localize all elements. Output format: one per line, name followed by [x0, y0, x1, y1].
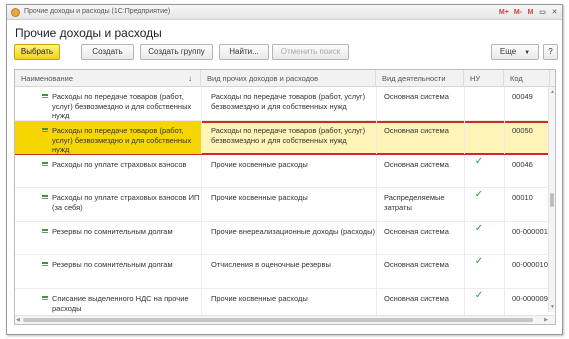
column-header-activity[interactable]: Вид деятельности	[376, 70, 464, 87]
cell-code: 00050	[512, 126, 533, 135]
memory-minus-button[interactable]: M-	[512, 7, 524, 18]
cell-kind: Прочие косвенные расходы	[211, 160, 308, 169]
checkmark-icon: ✓	[474, 223, 484, 234]
column-header-name-label: Наименование	[21, 74, 73, 83]
cell-name: Резервы по сомнительным долгам	[52, 227, 173, 236]
table-row[interactable]: Резервы по сомнительным долгам Отчислени…	[15, 255, 550, 289]
create-button[interactable]: Создать	[81, 44, 134, 60]
vertical-scroll-thumb[interactable]	[550, 193, 554, 207]
cell-kind: Расходы по передаче товаров (работ, услу…	[211, 126, 366, 145]
app-logo-icon	[11, 8, 20, 17]
table-row[interactable]: Резервы по сомнительным долгам Прочие вн…	[15, 222, 550, 255]
checkmark-icon: ✓	[474, 290, 484, 301]
column-header-kind[interactable]: Вид прочих доходов и расходов	[201, 70, 376, 87]
scroll-left-icon[interactable]: ◀	[16, 317, 20, 323]
cell-name: Расходы по уплате страховых взносов	[52, 160, 187, 169]
more-button-label: Еще	[499, 47, 517, 56]
cell-code: 00-000010	[512, 260, 548, 269]
horizontal-scrollbar[interactable]: ◀ ▶	[15, 315, 555, 324]
cell-name: Расходы по уплате страховых взносов ИП (…	[52, 193, 200, 212]
caret-down-icon: ▼	[524, 50, 531, 56]
column-header-code[interactable]: Код	[504, 70, 550, 87]
cell-kind: Расходы по передаче товаров (работ, услу…	[211, 92, 366, 111]
scroll-up-icon[interactable]: ▲	[550, 89, 555, 95]
help-button[interactable]: ?	[543, 44, 558, 60]
item-icon	[42, 94, 49, 98]
cell-activity: Основная система	[384, 294, 449, 303]
scroll-right-icon[interactable]: ▶	[544, 317, 548, 323]
cell-name: Резервы по сомнительным долгам	[52, 260, 173, 269]
vertical-scrollbar[interactable]: ▲ ▼	[548, 87, 555, 312]
table-row-selected[interactable]: Расходы по передаче товаров (работ, услу…	[15, 121, 550, 155]
cell-name: Расходы по передаче товаров (работ, услу…	[15, 121, 201, 154]
cell-activity: Основная система	[384, 92, 449, 101]
item-icon	[42, 262, 49, 266]
item-icon	[42, 296, 49, 300]
cell-kind: Прочие внереализационные доходы (расходы…	[211, 227, 376, 236]
app-window: Прочие доходы и расходы (1С:Предприятие)…	[6, 4, 563, 335]
restore-icon[interactable]: ▭	[537, 7, 548, 18]
checkmark-icon: ✓	[474, 256, 484, 267]
column-header-nu[interactable]: НУ	[464, 70, 504, 87]
memory-plus-button[interactable]: M+	[497, 7, 511, 18]
table-row[interactable]: Расходы по уплате страховых взносов Проч…	[15, 155, 550, 188]
cell-activity: Основная система	[384, 126, 449, 135]
page-title: Прочие доходы и расходы	[15, 26, 162, 40]
window-controls: M+ M- M ▭ ✕	[497, 6, 560, 19]
data-table: Наименование ↓ Вид прочих доходов и расх…	[14, 69, 556, 325]
sort-down-icon: ↓	[188, 74, 192, 83]
cell-name: Расходы по передаче товаров (работ, услу…	[52, 92, 192, 120]
cell-code: 00049	[512, 92, 533, 101]
more-button[interactable]: Еще ▼	[491, 44, 539, 60]
cell-activity: Основная система	[384, 160, 449, 169]
column-header-name[interactable]: Наименование ↓	[15, 70, 201, 87]
table-header: Наименование ↓ Вид прочих доходов и расх…	[15, 70, 555, 87]
item-icon	[42, 229, 49, 233]
cell-activity: Распределяемые затраты	[384, 193, 445, 212]
table-row[interactable]: Расходы по передаче товаров (работ, услу…	[15, 87, 550, 121]
cell-activity: Основная система	[384, 260, 449, 269]
toolbar: Выбрать Создать Создать группу Найти... …	[14, 44, 558, 61]
checkmark-icon: ✓	[474, 189, 484, 200]
create-group-button[interactable]: Создать группу	[140, 44, 213, 60]
cell-kind: Прочие косвенные расходы	[211, 193, 308, 202]
cell-kind: Отчисления в оценочные резервы	[211, 260, 331, 269]
window-title: Прочие доходы и расходы (1С:Предприятие)	[24, 8, 171, 15]
cell-code: 00-000009	[512, 294, 548, 303]
cancel-search-button[interactable]: Отменить поиск	[272, 44, 349, 60]
cell-code: 00046	[512, 160, 533, 169]
memory-button[interactable]: M	[525, 7, 536, 18]
horizontal-scroll-thumb[interactable]	[23, 318, 533, 322]
table-row[interactable]: Списание выделенного НДС на прочие расхо…	[15, 289, 550, 316]
item-icon	[42, 162, 49, 166]
cell-code: 00010	[512, 193, 533, 202]
close-icon[interactable]: ✕	[549, 7, 560, 18]
title-bar: Прочие доходы и расходы (1С:Предприятие)…	[7, 5, 562, 20]
cell-activity: Основная система	[384, 227, 449, 236]
cell-name: Списание выделенного НДС на прочие расхо…	[52, 294, 189, 313]
item-icon	[42, 195, 49, 199]
cell-code: 00-000001	[512, 227, 548, 236]
checkmark-icon: ✓	[474, 156, 484, 167]
find-button[interactable]: Найти...	[219, 44, 269, 60]
cell-kind: Прочие косвенные расходы	[211, 294, 308, 303]
select-button[interactable]: Выбрать	[14, 44, 60, 60]
scroll-down-icon[interactable]: ▼	[550, 304, 555, 310]
item-icon	[42, 128, 49, 132]
table-row[interactable]: Расходы по уплате страховых взносов ИП (…	[15, 188, 550, 222]
